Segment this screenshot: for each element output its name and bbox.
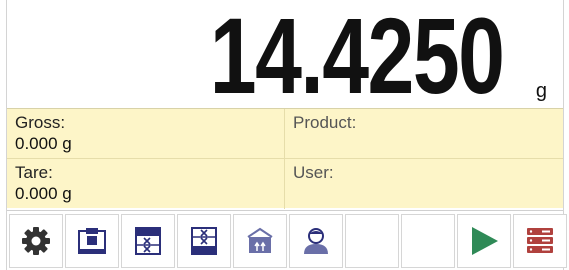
tare-button[interactable] [65,214,119,268]
server-button[interactable] [513,214,567,268]
scale-tare-icon [78,228,106,254]
settings-button[interactable] [9,214,63,268]
info-panel: Gross: 0.000 g Product: Tare: 0.000 g Us… [7,108,563,209]
gross-label: Gross: [15,113,66,132]
user-icon [304,228,328,254]
gear-icon [22,227,50,255]
weight-value: 14.4250 [209,0,504,116]
product-label: Product: [293,113,357,132]
start-button[interactable] [457,214,511,268]
balance-screen: 14.4250 g Gross: 0.000 g Product: Tare: … [6,0,567,270]
weight-unit: g [535,80,547,102]
empty-button-1[interactable] [345,214,399,268]
database-cross-alt-icon [191,227,217,255]
tare-value: 0.000 g [15,184,72,203]
play-icon [472,227,498,255]
function-toolbar [7,210,567,270]
empty-button-2[interactable] [401,214,455,268]
server-icon [527,228,553,253]
tare-label: Tare: [15,163,53,182]
database-delete-button[interactable] [121,214,175,268]
database-cross-icon [135,227,161,255]
tare-cell: Tare: 0.000 g [7,159,285,209]
product-cell[interactable]: Product: [285,109,563,159]
weight-display: 14.4250 g [7,0,563,116]
user-label: User: [293,163,334,182]
gross-cell: Gross: 0.000 g [7,109,285,159]
package-icon [247,227,273,253]
user-cell[interactable]: User: [285,159,563,209]
package-button[interactable] [233,214,287,268]
user-button[interactable] [289,214,343,268]
gross-value: 0.000 g [15,134,72,153]
database-clear-button[interactable] [177,214,231,268]
